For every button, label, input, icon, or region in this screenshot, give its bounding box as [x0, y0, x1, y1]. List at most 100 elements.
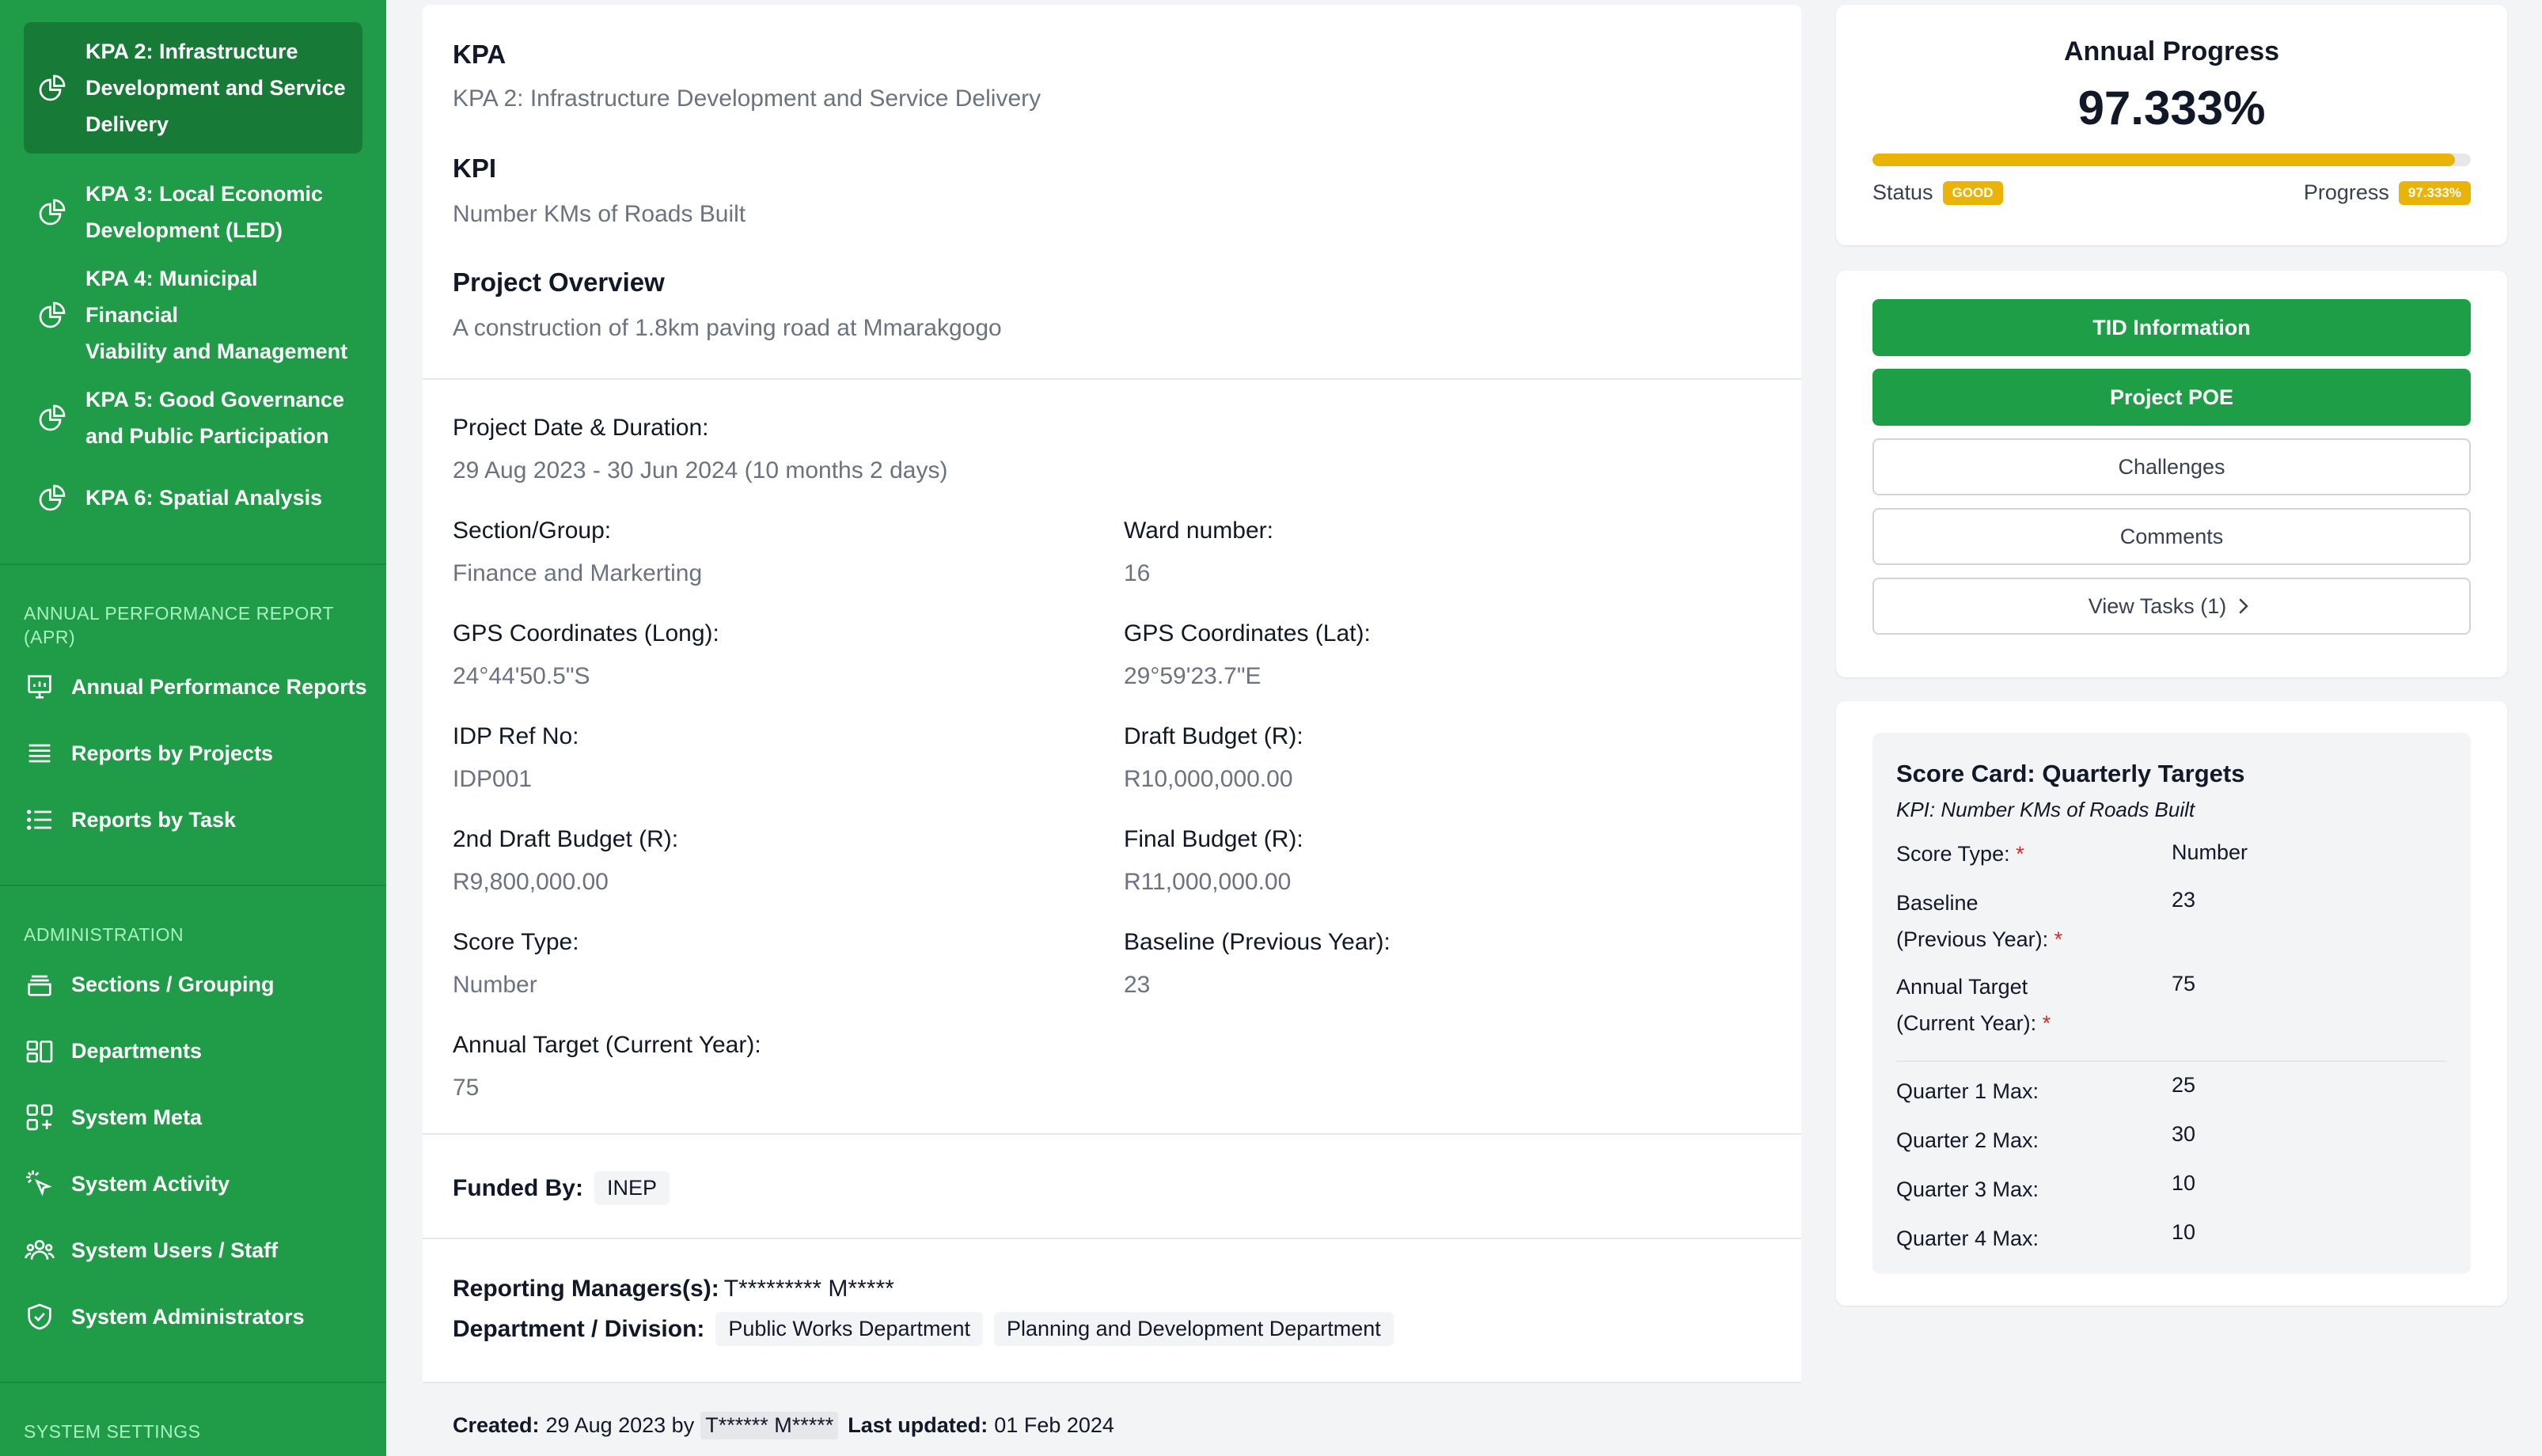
sidebar-item-kpa-3[interactable]: KPA 3: Local Economic Development (LED) [24, 171, 362, 253]
annual-progress-title: Annual Progress [2063, 36, 2280, 66]
sidebar-item-system-meta[interactable]: System Meta [24, 1094, 372, 1141]
kpi-value: Number KMs of Roads Built [453, 201, 746, 227]
divider [423, 1133, 1801, 1135]
sidebar: KPA 2: Infrastructure Development and Se… [0, 0, 386, 1456]
progress-badge: 97.333% [2398, 180, 2471, 205]
tid-information-button[interactable]: TID Information [1872, 299, 2471, 356]
project-poe-button[interactable]: Project POE [1872, 369, 2471, 426]
last-updated-value: 01 Feb 2024 [994, 1413, 1114, 1437]
sidebar-item-label: Annual Performance Reports [71, 674, 367, 699]
quarter-2-label: Quarter 2 Max: [1896, 1128, 2039, 1152]
chevron-right-icon [2239, 598, 2249, 614]
score-type-label: Score Type: * [1896, 842, 2024, 866]
department-label: Department / Division: [453, 1315, 705, 1342]
pie-chart-icon [39, 404, 66, 431]
draft-budget-label: Draft Budget (R): [1124, 723, 1303, 749]
final-budget-label: Final Budget (R): [1124, 826, 1303, 852]
required-asterisk: * [2042, 1011, 2051, 1035]
sidebar-item-reports-by-projects[interactable]: Reports by Projects [24, 730, 372, 777]
baseline-value: 23 [2172, 888, 2196, 912]
cursor-click-icon [26, 1170, 52, 1196]
sidebar-item-kpa-4[interactable]: KPA 4: Municipal Financial Viability and… [24, 267, 362, 363]
presentation-chart-icon [28, 675, 51, 699]
sidebar-item-label: System Activity [71, 1171, 230, 1196]
sidebar-item-annual-performance-reports[interactable]: Annual Performance Reports [24, 663, 372, 711]
sidebar-item-label: KPA 2: Infrastructure Development and Se… [85, 40, 346, 136]
annual-target-value: 75 [2172, 972, 2196, 995]
quarter-2-value: 30 [2172, 1122, 2196, 1146]
divider [423, 378, 1801, 380]
status-row: Status GOOD [1872, 180, 2003, 205]
last-updated-label: Last updated: [848, 1413, 988, 1437]
sidebar-item-label: Reports by Projects [71, 741, 274, 765]
annual-progress-value: 97.333% [2077, 82, 2266, 135]
department-chip: Planning and Development Department [994, 1312, 1394, 1346]
baseline-label: Baseline (Previous Year): [1124, 929, 1391, 955]
shield-check-icon [28, 1303, 51, 1330]
sidebar-item-label: System Users / Staff [71, 1238, 279, 1262]
gps-lat-value: 29°59'23.7"E [1124, 663, 1262, 689]
reporting-managers-label: Reporting Managers(s): [453, 1276, 719, 1302]
sidebar-item-kpa-6[interactable]: KPA 6: Spatial Analysis [24, 478, 362, 518]
status-badge: GOOD [1942, 180, 2003, 205]
sidebar-item-label: Sections / Grouping [71, 972, 275, 996]
sidebar-item-label: KPA 5: Good Governance and Public Partic… [85, 388, 345, 448]
quarter-1-label: Quarter 1 Max: [1896, 1079, 2039, 1103]
comments-button[interactable]: Comments [1872, 508, 2471, 565]
sidebar-item-label: System Meta [71, 1105, 203, 1129]
sidebar-divider [0, 885, 386, 886]
annual-progress-card: Annual Progress 97.333% Status GOOD Prog… [1836, 5, 2507, 245]
sidebar-item-kpa-5[interactable]: KPA 5: Good Governance and Public Partic… [24, 377, 362, 459]
annual-target-value: 75 [453, 1075, 480, 1101]
second-draft-budget-value: R9,800,000.00 [453, 869, 609, 895]
sidebar-item-kpa-2[interactable]: KPA 2: Infrastructure Development and Se… [24, 22, 362, 154]
sidebar-item-sections-grouping[interactable]: Sections / Grouping [24, 961, 372, 1008]
users-group-icon [25, 1240, 55, 1260]
pie-chart-icon [39, 301, 66, 328]
progress-label: Progress [2303, 180, 2389, 204]
view-tasks-button[interactable]: View Tasks (1) [1872, 578, 2471, 635]
pie-chart-icon [39, 199, 66, 226]
sidebar-section-header-system-settings: SYSTEM SETTINGS [24, 1421, 201, 1442]
score-type-value: Number [453, 972, 537, 998]
squares-plus-icon [26, 1104, 53, 1131]
score-card-container: Score Card: Quarterly Targets KPI: Numbe… [1836, 701, 2507, 1306]
project-date-value: 29 Aug 2023 - 30 Jun 2024 (10 months 2 d… [453, 457, 948, 483]
draft-budget-value: R10,000,000.00 [1124, 766, 1293, 792]
baseline-label: Baseline (Previous Year): * [1896, 891, 2063, 951]
project-details-card: KPA KPA 2: Infrastructure Development an… [423, 5, 1801, 1456]
sidebar-item-label: System Administrators [71, 1304, 305, 1329]
required-asterisk: * [2054, 927, 2063, 951]
project-overview-value: A construction of 1.8km paving road at M… [453, 315, 1002, 341]
score-card-subtitle: KPI: Number KMs of Roads Built [1896, 798, 2195, 821]
reporting-manager-name: T********* M***** [723, 1276, 894, 1302]
kpa-value: KPA 2: Infrastructure Development and Se… [453, 85, 1041, 112]
project-overview-label: Project Overview [453, 267, 665, 297]
required-asterisk: * [2016, 842, 2024, 866]
department-row: Department / Division: Public Works Depa… [453, 1312, 1394, 1346]
gps-lat-label: GPS Coordinates (Lat): [1124, 620, 1371, 646]
section-group-label: Section/Group: [453, 518, 612, 544]
sidebar-item-reports-by-task[interactable]: Reports by Task [24, 796, 372, 844]
kpi-label: KPI [453, 154, 497, 183]
sidebar-item-system-users-staff[interactable]: System Users / Staff [24, 1227, 372, 1274]
sidebar-divider [0, 563, 386, 565]
sidebar-section-header-administration: ADMINISTRATION [24, 924, 184, 945]
sidebar-divider [0, 1382, 386, 1383]
audit-footer: Created: 29 Aug 2023 by T****** M***** L… [423, 1382, 1801, 1456]
second-draft-budget-label: 2nd Draft Budget (R): [453, 826, 679, 852]
challenges-button[interactable]: Challenges [1872, 438, 2471, 495]
score-type-label: Score Type: [453, 929, 579, 955]
created-by-name: T****** M***** [700, 1412, 839, 1439]
sidebar-item-departments[interactable]: Departments [24, 1027, 372, 1075]
sidebar-item-system-administrators[interactable]: System Administrators [24, 1293, 372, 1340]
actions-card: TID Information Project POE Challenges C… [1836, 271, 2507, 677]
department-chip: Public Works Department [715, 1312, 983, 1346]
funder-chip: INEP [594, 1171, 670, 1205]
gps-long-label: GPS Coordinates (Long): [453, 620, 719, 646]
sidebar-item-system-activity[interactable]: System Activity [24, 1160, 372, 1208]
project-date-label: Project Date & Duration: [453, 415, 709, 441]
pie-chart-icon [39, 74, 66, 101]
sidebar-section-header-apr: ANNUAL PERFORMANCE REPORT (APR) [24, 603, 335, 647]
annual-target-label: Annual Target (Current Year): [453, 1032, 761, 1058]
